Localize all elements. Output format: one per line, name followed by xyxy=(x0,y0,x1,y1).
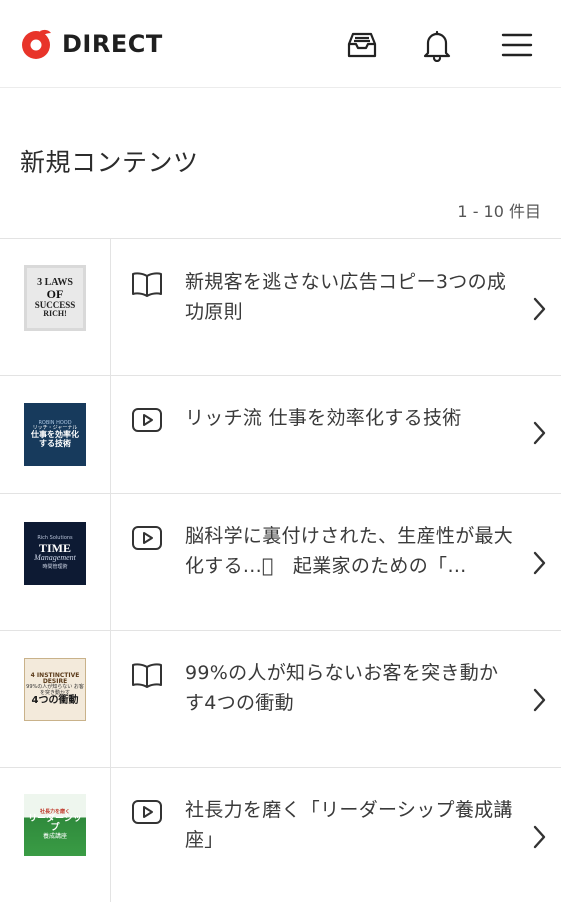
thumb-text: 4つの衝動 xyxy=(31,694,79,706)
video-play-icon xyxy=(130,406,164,434)
chevron-right-icon xyxy=(531,686,547,714)
thumb-text: リーダーシップ xyxy=(28,814,82,834)
item-title: リッチ流 仕事を効率化する技術 xyxy=(185,407,462,429)
item-title: 99%の人が知らないお客を突き動かす4つの衝動 xyxy=(185,662,499,714)
thumb-text: する技術 xyxy=(39,438,71,448)
thumb-text: Management xyxy=(34,553,76,563)
inbox-icon xyxy=(347,32,377,58)
thumb-text: 養成講座 xyxy=(42,832,67,840)
app-header: DIRECT xyxy=(0,0,561,88)
thumb-text: 時間管理術 xyxy=(42,564,68,571)
chevron-right-icon xyxy=(531,549,547,577)
thumb-text: RICH! xyxy=(43,309,67,319)
thumbnail-cell: 3 LAWS OF SUCCESS RICH! xyxy=(0,239,111,375)
logo[interactable]: DIRECT xyxy=(20,27,163,61)
direct-logo-icon xyxy=(22,29,51,59)
logo-text: DIRECT xyxy=(62,30,163,58)
inbox-button[interactable] xyxy=(343,26,381,64)
item-title: 脳科学に裏付けされた、生産性が最大化する...  起業家のための「… xyxy=(185,525,514,577)
item-title: 新規客を逃さない広告コピー3つの成功原則 xyxy=(185,271,507,323)
thumbnail: Rich Solutions TIME Management 時間管理術 xyxy=(24,522,86,585)
thumbnail: 社長力を磨く リーダーシップ 養成講座 xyxy=(24,794,86,856)
list-item[interactable]: 3 LAWS OF SUCCESS RICH! 新規客を逃さない広告コピー3つの… xyxy=(0,238,561,375)
chevron-right-icon xyxy=(531,295,547,323)
thumbnail-cell: Rich Solutions TIME Management 時間管理術 xyxy=(0,494,111,630)
list-item[interactable]: Rich Solutions TIME Management 時間管理術 脳科学… xyxy=(0,493,561,630)
thumbnail: 4 INSTINCTIVE DESIRE 99%の人が知らない お客を突き動かす… xyxy=(24,658,86,721)
thumbnail: 3 LAWS OF SUCCESS RICH! xyxy=(24,265,86,331)
section-title: 新規コンテンツ xyxy=(20,148,199,177)
book-icon xyxy=(130,270,164,298)
thumbnail-cell: 社長力を磨く リーダーシップ 養成講座 xyxy=(0,768,111,902)
content-list: 3 LAWS OF SUCCESS RICH! 新規客を逃さない広告コピー3つの… xyxy=(0,238,561,902)
thumbnail-cell: 4 INSTINCTIVE DESIRE 99%の人が知らない お客を突き動かす… xyxy=(0,631,111,767)
list-item[interactable]: 4 INSTINCTIVE DESIRE 99%の人が知らない お客を突き動かす… xyxy=(0,630,561,767)
bell-icon xyxy=(423,30,451,62)
result-count: 1 - 10 件目 xyxy=(457,202,541,221)
list-item[interactable]: ROBIN HOOD リッチ・ジャーナル 仕事を効率化 する技術 リッチ流 仕事… xyxy=(0,375,561,493)
video-play-icon xyxy=(130,798,164,826)
menu-button[interactable] xyxy=(498,26,536,64)
hamburger-menu-icon xyxy=(501,33,533,57)
list-item[interactable]: 社長力を磨く リーダーシップ 養成講座 社長力を磨く「リーダーシップ養成講座」 xyxy=(0,767,561,902)
chevron-right-icon xyxy=(531,419,547,447)
chevron-right-icon xyxy=(531,823,547,851)
notifications-button[interactable] xyxy=(418,26,456,64)
thumbnail: ROBIN HOOD リッチ・ジャーナル 仕事を効率化 する技術 xyxy=(24,403,86,466)
video-play-icon xyxy=(130,524,164,552)
thumb-text: OF xyxy=(46,287,64,302)
thumbnail-cell: ROBIN HOOD リッチ・ジャーナル 仕事を効率化 する技術 xyxy=(0,376,111,493)
item-title: 社長力を磨く「リーダーシップ養成講座」 xyxy=(185,799,513,851)
book-icon xyxy=(130,661,164,689)
